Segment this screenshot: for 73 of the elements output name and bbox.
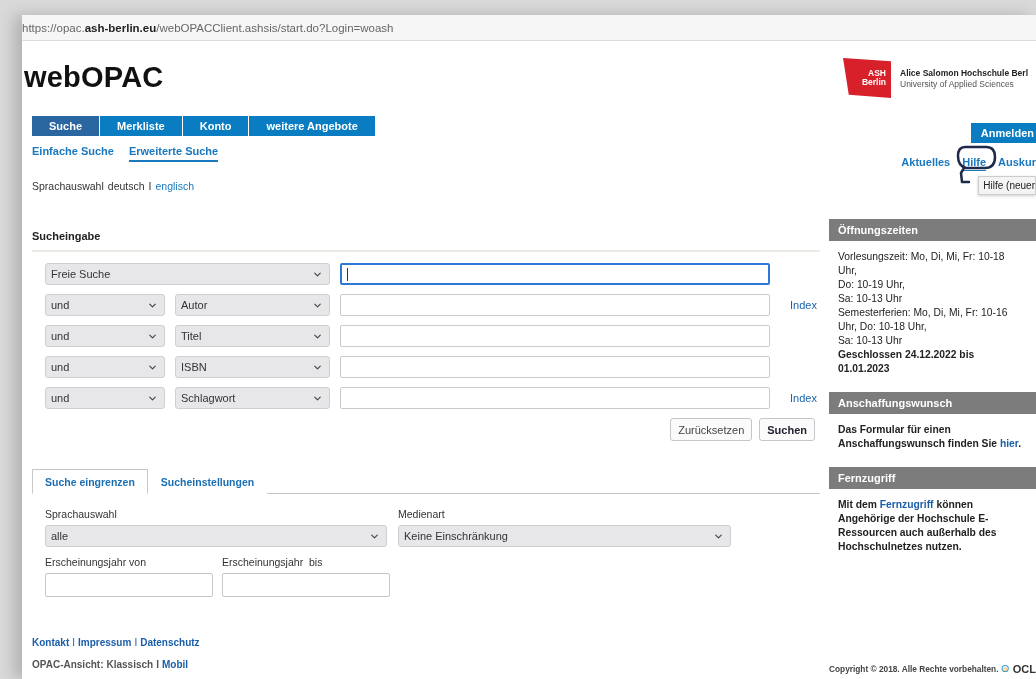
view-link[interactable]: Klassisch <box>106 659 154 670</box>
operator-select[interactable]: und <box>45 387 165 409</box>
view-link[interactable]: Mobil <box>161 659 189 670</box>
sidebar-heading: Anschaffungswunsch <box>829 392 1036 414</box>
text-link[interactable]: hier <box>999 438 1019 449</box>
vendor-name: OCL <box>1012 662 1036 675</box>
sidebar-text: Mit dem Fernzugriff können Angehörige der Hochschule E-Ressourcen auch außerhalb des Hochschulnetzes nutzen. <box>838 498 998 554</box>
operator-select[interactable]: und <box>45 325 165 347</box>
search-input[interactable] <box>340 294 770 316</box>
page-title: webOPAC <box>24 61 165 94</box>
operator-select[interactable]: und <box>45 294 165 316</box>
view-label: OPAC-Ansicht: <box>32 659 104 670</box>
sidebar-text: Sa: 10-13 Uhr <box>838 292 904 306</box>
year-input[interactable] <box>222 573 390 597</box>
sidebar-text: Semesterferien: Mo, Di, Mi, Fr: 10-16 Uhr, Do: 10-18 Uhr, <box>838 306 1009 334</box>
url-text[interactable]: https://opac.ash-berlin.eu/webOPACClient.ashsis/start.do?Login=woash <box>22 21 394 34</box>
language-link[interactable]: englisch <box>155 180 195 192</box>
nav-tab[interactable]: Konto <box>182 116 249 136</box>
field-select[interactable]: ISBN <box>175 356 330 378</box>
index-link[interactable]: Index <box>790 299 817 311</box>
subnav-link[interactable]: Einfache Suche <box>32 145 114 162</box>
field-label: Erscheinungsjahr von <box>45 556 147 568</box>
search-input[interactable] <box>340 387 770 409</box>
separator-text: I <box>148 180 152 192</box>
top-link[interactable]: Aktuelles <box>901 156 951 171</box>
separator-text: I <box>134 637 138 648</box>
logo-mark: ASH Berlin <box>843 58 891 98</box>
footer-link[interactable]: Kontakt <box>32 637 70 648</box>
sidebar-text: Geschlossen 24.12.2022 bis 01.01.2023 <box>838 348 976 376</box>
field-label: Erscheinungsjahr bis <box>222 556 324 568</box>
filter-select[interactable]: alle <box>45 525 387 547</box>
top-link[interactable]: Hilfe <box>962 156 987 171</box>
institution-name: Alice Salomon Hochschule Berl <box>900 67 1028 78</box>
field-select[interactable]: Freie Suche <box>45 263 330 285</box>
search-button[interactable]: Suchen <box>759 418 815 441</box>
text-cursor <box>347 267 348 281</box>
login-button[interactable]: Anmelden <box>970 123 1036 143</box>
search-input[interactable] <box>340 263 770 285</box>
footer-link[interactable]: Datenschutz <box>140 637 200 648</box>
sidebar-text: Do: 10-19 Uhr, <box>838 278 906 292</box>
nav-tab[interactable]: weitere Angebote <box>249 116 375 136</box>
search-input[interactable] <box>340 325 770 347</box>
language-label: Sprachauswahl <box>32 180 104 192</box>
tooltip: Hilfe (neuer <box>978 176 1036 195</box>
institution-subtitle: University of Applied Sciences <box>900 78 1015 89</box>
field-label: Sprachauswahl <box>45 508 118 520</box>
field-select[interactable]: Autor <box>175 294 330 316</box>
year-input[interactable] <box>45 573 213 597</box>
sidebar-heading: Fernzugriff <box>829 467 1036 489</box>
nav-tab[interactable]: Suche <box>32 116 99 136</box>
sidebar-heading: Öffnungszeiten <box>829 219 1036 241</box>
text-link[interactable]: Fernzugriff <box>879 499 934 510</box>
index-link[interactable]: Index <box>790 392 817 404</box>
field-select[interactable]: Titel <box>175 325 330 347</box>
sidebar-text: Sa: 10-13 Uhr <box>838 334 904 348</box>
language-link[interactable]: deutsch <box>107 180 145 192</box>
sidebar-text: Das Formular für einen Anschaffungswunsch finden Sie hier. <box>838 423 1023 451</box>
field-select[interactable]: Schlagwort <box>175 387 330 409</box>
filter-select[interactable]: Keine Einschränkung <box>398 525 731 547</box>
subnav-link[interactable]: Erweiterte Suche <box>128 145 219 162</box>
separator-text: I <box>72 637 75 648</box>
section-heading: Sucheingabe <box>32 230 101 242</box>
copyright-text: Copyright © 2018. Alle Rechte vorbehalten. <box>829 663 999 674</box>
top-link[interactable]: Auskur <box>998 156 1036 171</box>
nav-tab[interactable]: Merkliste <box>100 116 182 136</box>
field-label: Medienart <box>398 508 446 520</box>
sidebar-text: Vorlesungszeit: Mo, Di, Mi, Fr: 10-18 Uhr, <box>838 250 1006 278</box>
search-input[interactable] <box>340 356 770 378</box>
reset-button[interactable]: Zurücksetzen <box>670 418 753 441</box>
footer-link[interactable]: Impressum <box>78 637 132 648</box>
separator-text: I <box>156 659 159 670</box>
operator-select[interactable]: und <box>45 356 165 378</box>
filter-tab[interactable]: Suche eingrenzen <box>32 469 148 494</box>
